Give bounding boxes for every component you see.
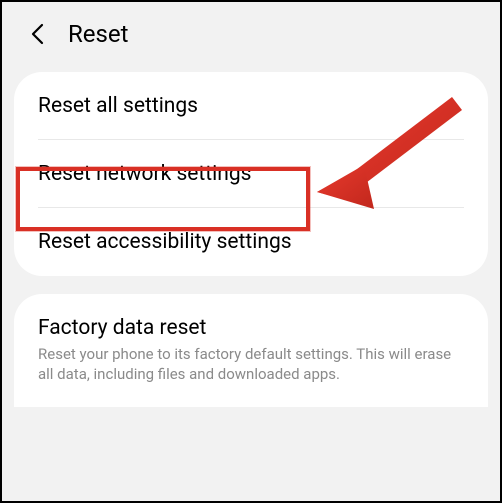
reset-network-settings[interactable]: Reset network settings xyxy=(14,140,488,208)
list-item-title: Reset accessibility settings xyxy=(38,230,464,254)
back-icon[interactable] xyxy=(26,23,48,45)
list-item-title: Factory data reset xyxy=(38,316,464,340)
list-item-title: Reset network settings xyxy=(38,162,464,186)
factory-data-reset[interactable]: Factory data reset Reset your phone to i… xyxy=(14,294,488,407)
list-item-title: Reset all settings xyxy=(38,94,464,118)
page-title: Reset xyxy=(68,20,128,48)
list-item-subtitle: Reset your phone to its factory default … xyxy=(38,344,464,385)
header-bar: Reset xyxy=(2,2,500,72)
reset-options-card: Reset all settings Reset network setting… xyxy=(14,72,488,276)
reset-accessibility-settings[interactable]: Reset accessibility settings xyxy=(14,208,488,276)
reset-all-settings[interactable]: Reset all settings xyxy=(14,72,488,140)
factory-reset-card: Factory data reset Reset your phone to i… xyxy=(14,294,488,407)
